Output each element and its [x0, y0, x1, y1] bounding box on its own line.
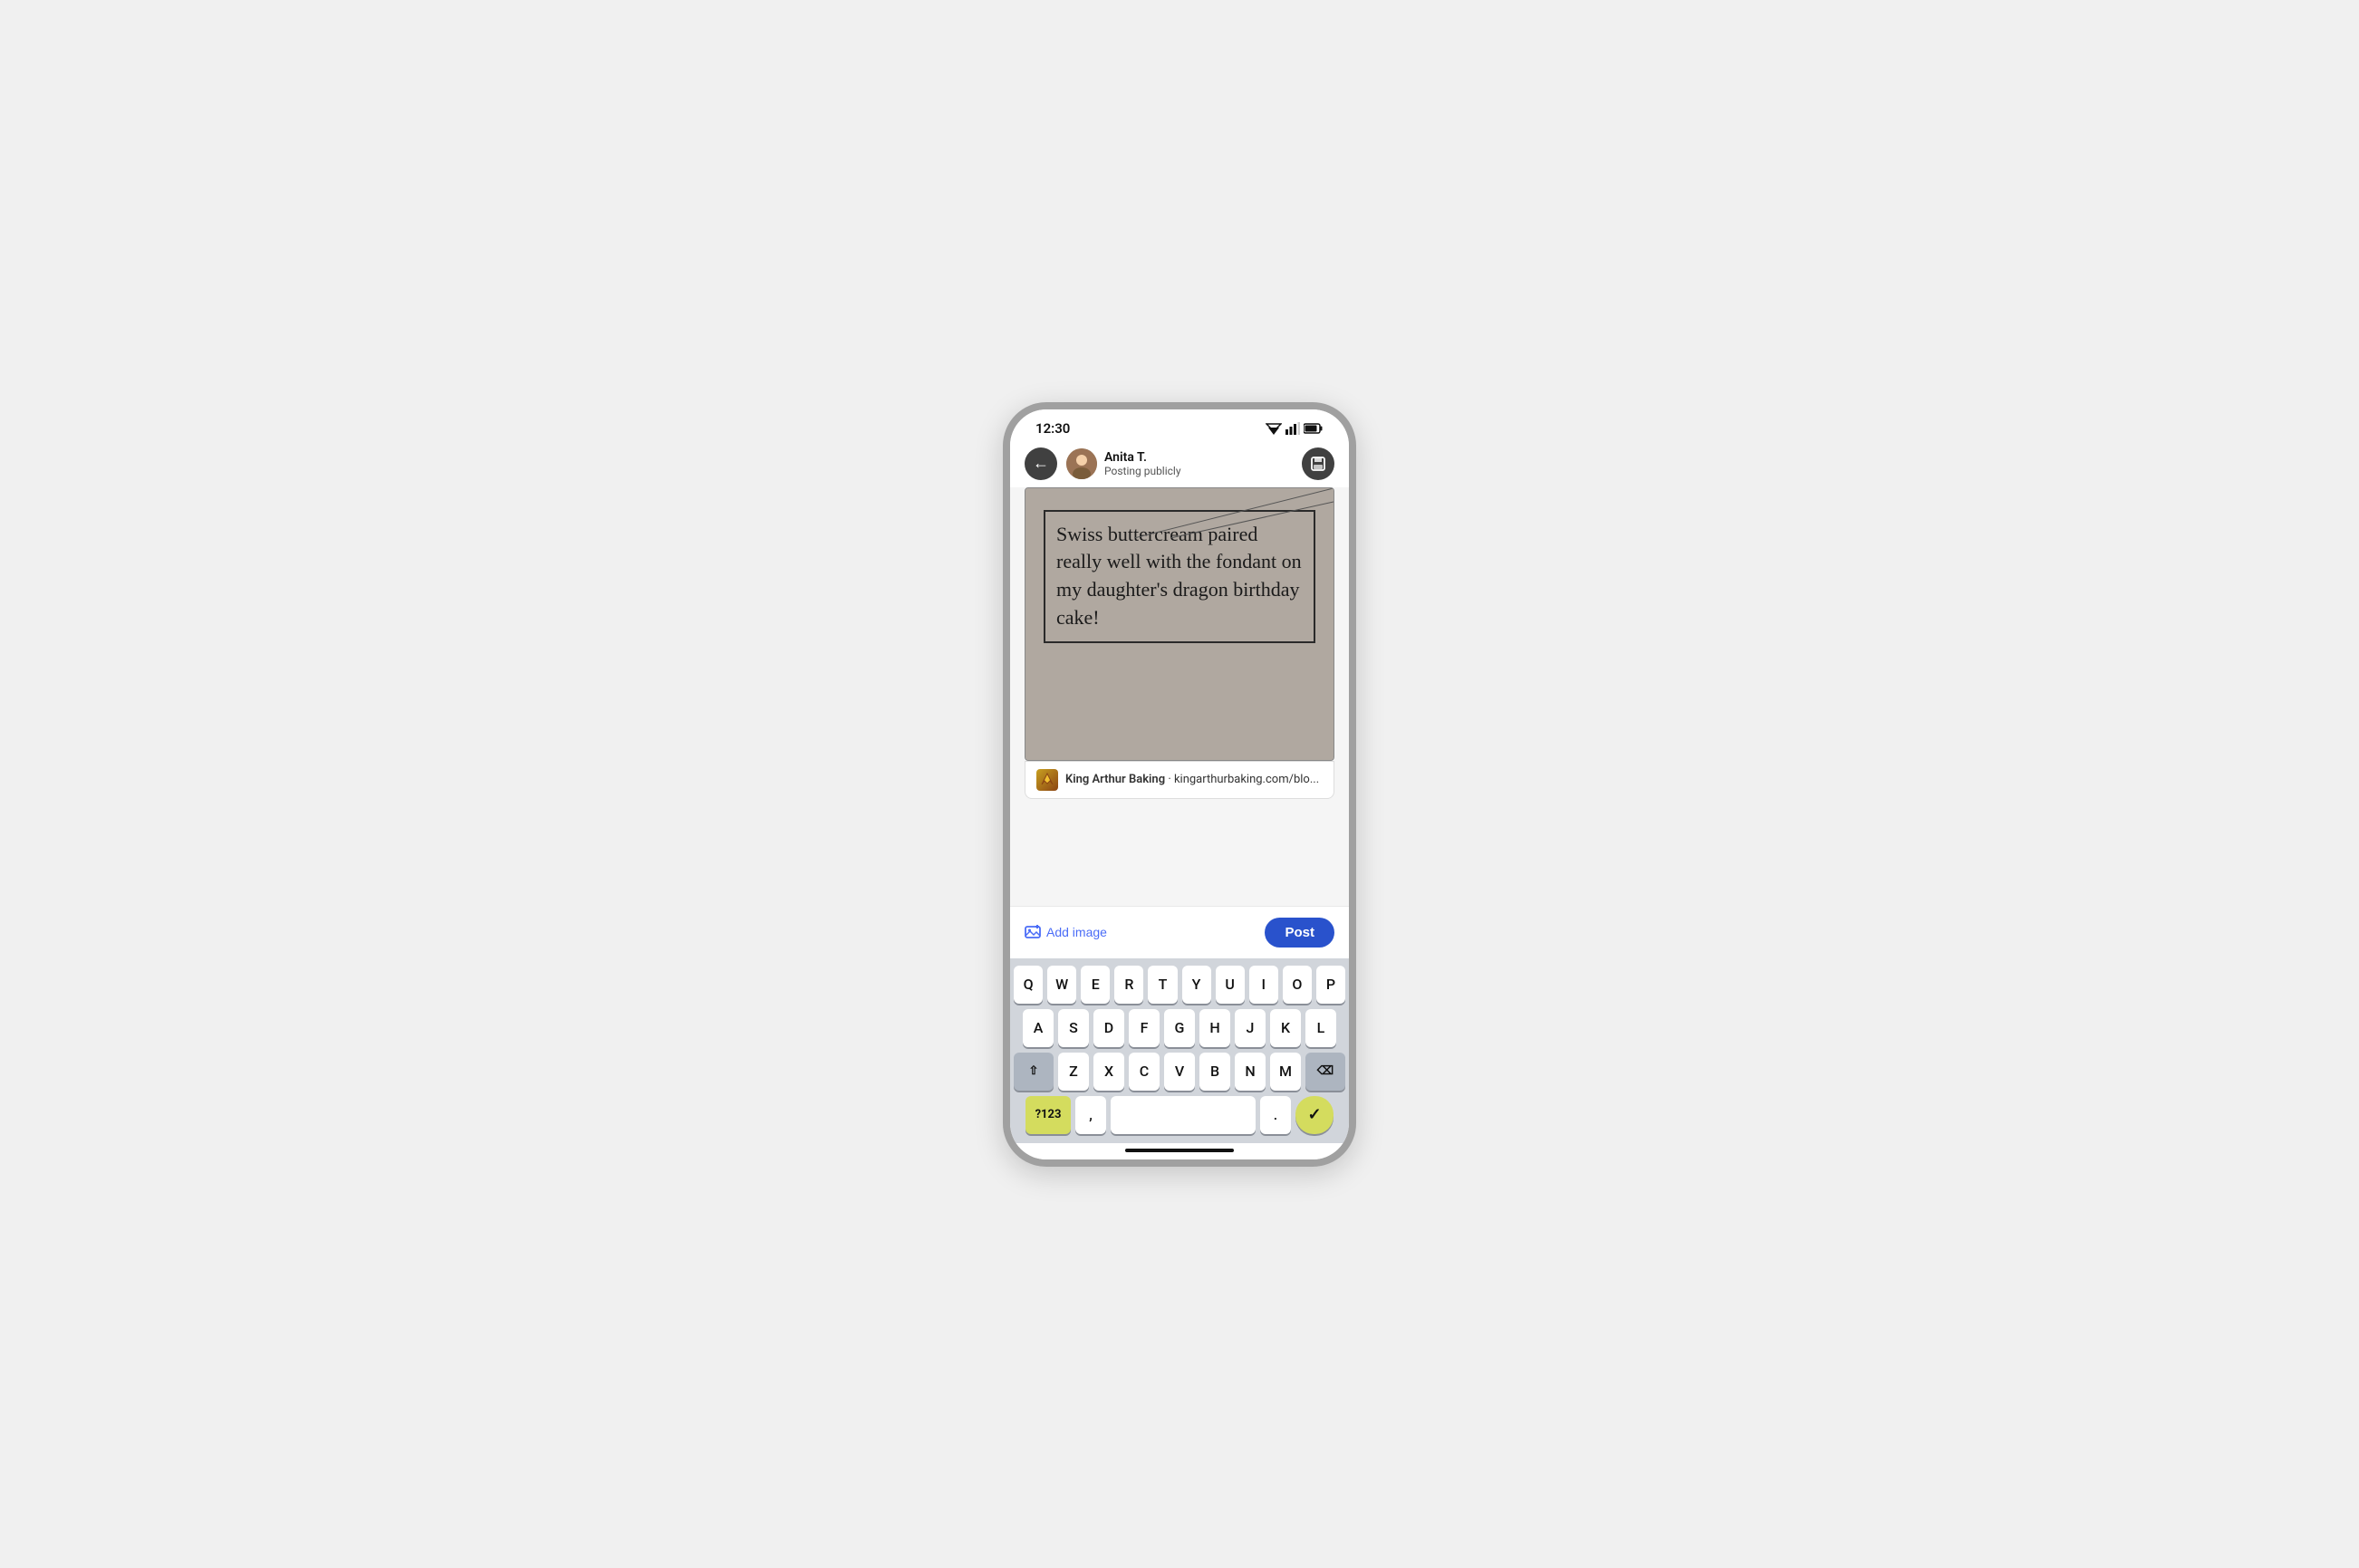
- user-status: Posting publicly: [1104, 465, 1181, 477]
- source-url: kingarthurbaking.com/blo...: [1174, 773, 1319, 786]
- key-g[interactable]: G: [1164, 1009, 1195, 1047]
- diagonal-decoration: [1134, 488, 1334, 538]
- home-bar: [1125, 1149, 1234, 1152]
- toolbar: Add image Post: [1010, 906, 1349, 958]
- key-i[interactable]: I: [1249, 966, 1278, 1004]
- phone-shell: 12:30 ←: [1003, 402, 1356, 1167]
- key-h[interactable]: H: [1199, 1009, 1230, 1047]
- content-area: Swiss buttercream paired really well wit…: [1010, 487, 1349, 906]
- source-name: King Arthur Baking: [1065, 773, 1165, 786]
- key-p[interactable]: P: [1316, 966, 1345, 1004]
- source-separator: ·: [1168, 773, 1174, 786]
- key-a[interactable]: A: [1023, 1009, 1054, 1047]
- add-image-label: Add image: [1046, 925, 1107, 939]
- key-k[interactable]: K: [1270, 1009, 1301, 1047]
- key-d[interactable]: D: [1093, 1009, 1124, 1047]
- key-w[interactable]: W: [1047, 966, 1076, 1004]
- key-b[interactable]: B: [1199, 1053, 1230, 1091]
- post-card-inner: Swiss buttercream paired really well wit…: [1025, 488, 1334, 760]
- header-left: ← Anita T. Posting publicly: [1025, 447, 1181, 480]
- period-key[interactable]: .: [1260, 1096, 1291, 1134]
- user-info: Anita T. Posting publicly: [1066, 448, 1181, 479]
- key-s[interactable]: S: [1058, 1009, 1089, 1047]
- status-icons: [1266, 422, 1324, 435]
- status-time: 12:30: [1035, 420, 1070, 437]
- key-u[interactable]: U: [1216, 966, 1245, 1004]
- keyboard-row-4: ?123 , . ✓: [1014, 1096, 1345, 1134]
- key-t[interactable]: T: [1148, 966, 1177, 1004]
- keyboard-row-3: ⇧ Z X C V B N M ⌫: [1014, 1053, 1345, 1091]
- key-f[interactable]: F: [1129, 1009, 1160, 1047]
- backspace-key[interactable]: ⌫: [1305, 1053, 1345, 1091]
- source-bar[interactable]: King Arthur Baking · kingarthurbaking.co…: [1025, 761, 1334, 799]
- app-header: ← Anita T. Posting publicly: [1010, 440, 1349, 487]
- save-icon: [1309, 455, 1327, 473]
- source-icon: [1036, 769, 1058, 791]
- key-z[interactable]: Z: [1058, 1053, 1089, 1091]
- user-text: Anita T. Posting publicly: [1104, 450, 1181, 477]
- save-button[interactable]: [1302, 447, 1334, 480]
- back-arrow-icon: ←: [1033, 456, 1049, 472]
- key-e[interactable]: E: [1081, 966, 1110, 1004]
- key-m[interactable]: M: [1270, 1053, 1301, 1091]
- keyboard: Q W E R T Y U I O P A S D F G H J K L ⇧ …: [1010, 958, 1349, 1143]
- add-image-button[interactable]: Add image: [1025, 924, 1107, 940]
- signal-icon: [1285, 422, 1300, 435]
- key-n[interactable]: N: [1235, 1053, 1266, 1091]
- crown-icon: [1039, 772, 1055, 788]
- key-c[interactable]: C: [1129, 1053, 1160, 1091]
- space-key[interactable]: [1111, 1096, 1256, 1134]
- key-r[interactable]: R: [1114, 966, 1143, 1004]
- key-j[interactable]: J: [1235, 1009, 1266, 1047]
- keyboard-row-2: A S D F G H J K L: [1014, 1009, 1345, 1047]
- key-o[interactable]: O: [1283, 966, 1312, 1004]
- avatar: [1066, 448, 1097, 479]
- back-button[interactable]: ←: [1025, 447, 1057, 480]
- post-card: Swiss buttercream paired really well wit…: [1025, 487, 1334, 761]
- key-v[interactable]: V: [1164, 1053, 1195, 1091]
- key-l[interactable]: L: [1305, 1009, 1336, 1047]
- home-indicator: [1010, 1143, 1349, 1159]
- comma-key[interactable]: ,: [1075, 1096, 1106, 1134]
- keyboard-row-1: Q W E R T Y U I O P: [1014, 966, 1345, 1004]
- avatar-image: [1066, 448, 1097, 479]
- source-text: King Arthur Baking · kingarthurbaking.co…: [1065, 773, 1319, 786]
- key-q[interactable]: Q: [1014, 966, 1043, 1004]
- post-button[interactable]: Post: [1265, 918, 1334, 948]
- shift-key[interactable]: ⇧: [1014, 1053, 1054, 1091]
- confirm-key[interactable]: ✓: [1295, 1096, 1334, 1134]
- key-x[interactable]: X: [1093, 1053, 1124, 1091]
- user-name: Anita T.: [1104, 450, 1181, 465]
- key-y[interactable]: Y: [1182, 966, 1211, 1004]
- wifi-icon: [1266, 422, 1282, 435]
- status-bar: 12:30: [1010, 409, 1349, 440]
- add-image-icon: [1025, 924, 1041, 940]
- num-key[interactable]: ?123: [1025, 1096, 1071, 1134]
- battery-icon: [1304, 423, 1324, 434]
